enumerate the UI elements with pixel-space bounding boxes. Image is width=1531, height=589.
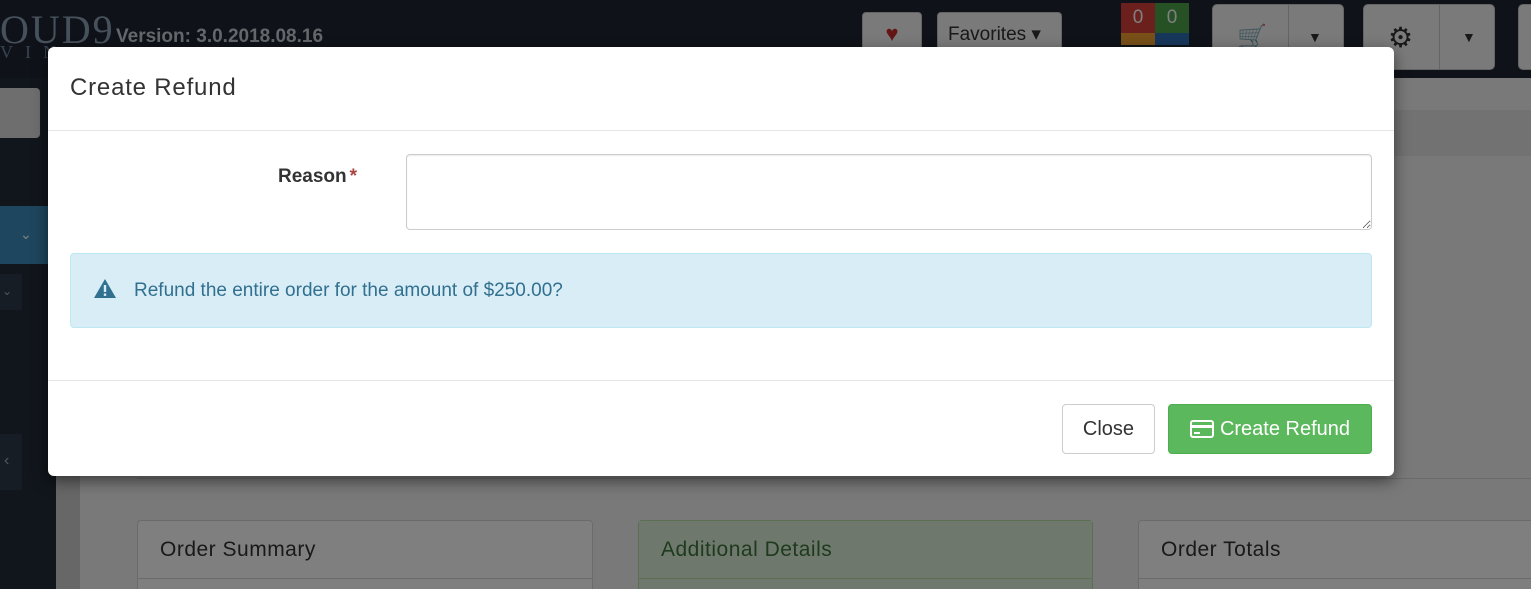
- reason-textarea[interactable]: [406, 154, 1372, 230]
- alert-message: Refund the entire order for the amount o…: [134, 280, 563, 301]
- close-button[interactable]: Close: [1062, 404, 1155, 454]
- reason-label: Reason *: [278, 166, 357, 188]
- modal-footer: Close Create Refund: [48, 380, 1394, 476]
- credit-card-icon: [1189, 420, 1214, 438]
- create-refund-button[interactable]: Create Refund: [1168, 404, 1372, 454]
- modal-title: Create Refund: [70, 74, 237, 101]
- modal-header: Create Refund: [48, 47, 1394, 131]
- required-asterisk: *: [349, 166, 358, 187]
- refund-info-alert: Refund the entire order for the amount o…: [70, 253, 1372, 328]
- create-refund-label: Create Refund: [1219, 417, 1351, 440]
- reason-label-text: Reason: [278, 166, 347, 187]
- create-refund-modal: Create Refund Reason * Refund the entire …: [48, 47, 1394, 476]
- warning-triangle-icon: [94, 279, 116, 298]
- modal-body: Reason * Refund the entire order for the …: [48, 131, 1394, 381]
